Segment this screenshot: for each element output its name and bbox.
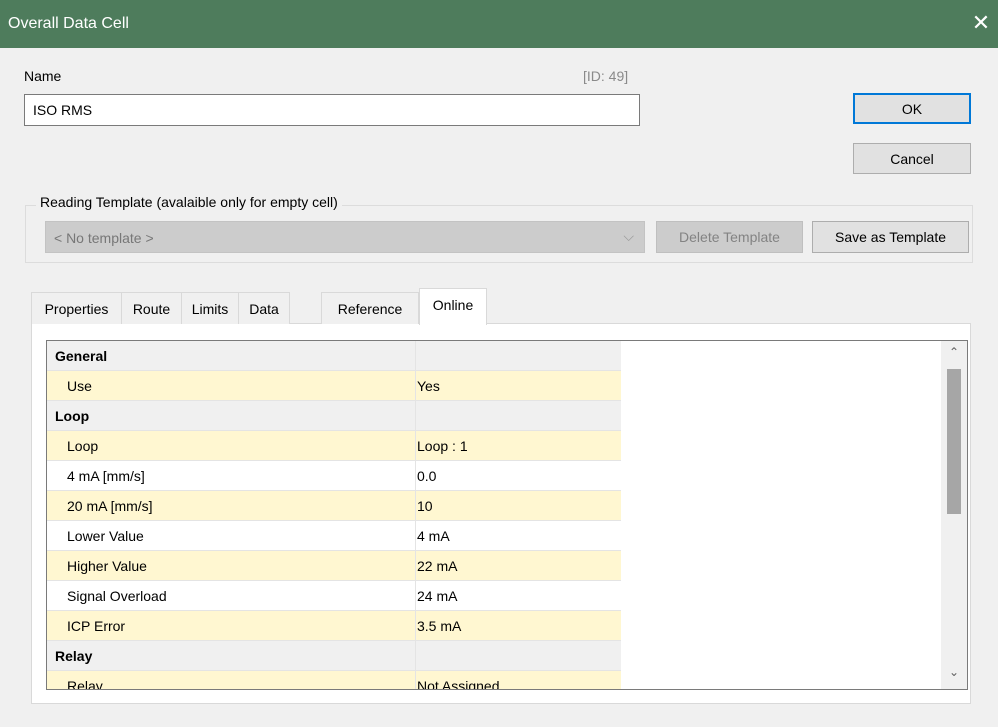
category-row-relay[interactable]: Relay xyxy=(47,641,621,671)
window-title: Overall Data Cell xyxy=(8,15,129,32)
cancel-button[interactable]: Cancel xyxy=(853,143,971,174)
template-select[interactable]: < No template > ⌵ xyxy=(45,221,645,253)
chevron-down-icon: ⌵ xyxy=(623,228,634,244)
save-as-template-button[interactable]: Save as Template xyxy=(812,221,969,253)
property-value[interactable]: Loop : 1 xyxy=(417,438,468,454)
property-name: 4 mA [mm/s] xyxy=(67,468,145,484)
property-row-loop[interactable]: Loop Loop : 1 xyxy=(47,431,621,461)
property-value[interactable]: 0.0 xyxy=(417,468,436,484)
property-row-signal-overload[interactable]: Signal Overload 24 mA xyxy=(47,581,621,611)
property-value[interactable]: Yes xyxy=(417,378,440,394)
category-row-loop[interactable]: Loop xyxy=(47,401,621,431)
column-divider xyxy=(415,341,416,689)
property-name: Higher Value xyxy=(67,558,147,574)
property-value[interactable]: 10 xyxy=(417,498,433,514)
property-value[interactable]: Not Assigned xyxy=(417,678,500,689)
property-row-icp-error[interactable]: ICP Error 3.5 mA xyxy=(47,611,621,641)
property-row-4ma[interactable]: 4 mA [mm/s] 0.0 xyxy=(47,461,621,491)
scroll-up-icon[interactable]: ⌃ xyxy=(941,345,967,365)
property-value[interactable]: 22 mA xyxy=(417,558,457,574)
overall-data-cell-dialog: Overall Data Cell ✕ Name [ID: 49] ISO RM… xyxy=(0,0,998,727)
tab-reference[interactable]: Reference xyxy=(321,292,419,324)
property-grid[interactable]: General Use Yes Loop Loop Loop : 1 4 mA [m… xyxy=(46,340,968,690)
name-input[interactable]: ISO RMS xyxy=(24,94,640,126)
property-name: 20 mA [mm/s] xyxy=(67,498,153,514)
id-label: [ID: 49] xyxy=(583,68,629,84)
tab-online[interactable]: Online xyxy=(419,288,487,325)
property-row-use[interactable]: Use Yes xyxy=(47,371,621,401)
tab-route[interactable]: Route xyxy=(121,292,182,324)
tab-properties[interactable]: Properties xyxy=(31,292,122,324)
scrollbar-thumb[interactable] xyxy=(947,369,961,514)
tab-data[interactable]: Data xyxy=(238,292,290,324)
tab-limits[interactable]: Limits xyxy=(181,292,239,324)
category-label: Relay xyxy=(55,648,93,664)
property-name: Use xyxy=(67,378,92,394)
property-name: Relay xyxy=(67,678,103,690)
template-select-value: < No template > xyxy=(54,230,154,246)
property-value[interactable]: 24 mA xyxy=(417,588,457,604)
property-row-20ma[interactable]: 20 mA [mm/s] 10 xyxy=(47,491,621,521)
property-name: Loop xyxy=(67,438,99,454)
property-value[interactable]: 3.5 mA xyxy=(417,618,461,634)
category-row-general[interactable]: General xyxy=(47,341,621,371)
vertical-scrollbar[interactable]: ⌃ ⌄ xyxy=(941,341,967,689)
ok-button[interactable]: OK xyxy=(853,93,971,124)
property-name: Signal Overload xyxy=(67,588,167,604)
property-name: Lower Value xyxy=(67,528,144,544)
category-label: General xyxy=(55,348,108,364)
property-row-relay[interactable]: Relay Not Assigned xyxy=(47,671,621,690)
property-name: ICP Error xyxy=(67,618,126,634)
property-row-higher-value[interactable]: Higher Value 22 mA xyxy=(47,551,621,581)
reading-template-legend: Reading Template (avalaible only for emp… xyxy=(36,194,342,210)
property-row-lower-value[interactable]: Lower Value 4 mA xyxy=(47,521,621,551)
close-icon[interactable]: ✕ xyxy=(966,10,996,40)
title-bar: Overall Data Cell ✕ xyxy=(0,0,998,48)
scroll-down-icon[interactable]: ⌄ xyxy=(941,665,967,685)
property-value[interactable]: 4 mA xyxy=(417,528,450,544)
category-label: Loop xyxy=(55,408,90,424)
name-label: Name xyxy=(24,68,62,84)
delete-template-button[interactable]: Delete Template xyxy=(656,221,803,253)
